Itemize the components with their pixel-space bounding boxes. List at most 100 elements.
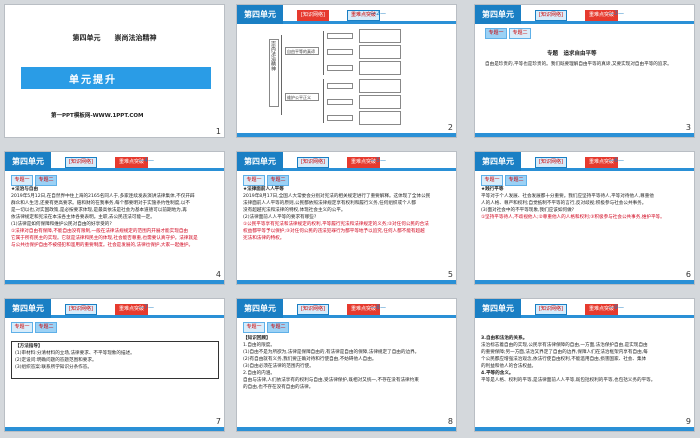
text-line: 2019年5月12日,在自然界中住上海的2165名同人于,多家连续发表演讲法律集… — [11, 194, 195, 199]
answer-line: 宪法和法律的特权。 — [243, 236, 285, 241]
text-line: 的自由,也不存在没有自由的法律。 — [243, 385, 314, 390]
slide-number: 5 — [447, 270, 453, 279]
slide-number: 9 — [685, 417, 691, 426]
text-line: 自由与法律,人们依法享有的权利与自由,受法律保护,既相对又统一,不存在没有法律约… — [243, 378, 419, 383]
text-line: 的利益和他人的合法权益。 — [481, 364, 537, 369]
mindmap-node — [327, 115, 353, 121]
slide-header: 第四单元 [知识网络] 重难点突破 —6— — [475, 152, 694, 171]
mindmap-node — [327, 65, 353, 71]
answer-line: ①法律对自由有保障,不能自由没有限制,一般在法律法规规定的范围内开展才能实现自由 — [11, 229, 189, 234]
slide-number: 4 — [215, 270, 221, 279]
topic-heading: 专题 追求自由平等 — [547, 51, 597, 57]
text-line: (2)有自由就有义务,我们要正确对待和行使自由,不妨碍他人自由。 — [243, 357, 377, 362]
slide-header: 第四单元 [知识网络] 重难点突破 —2— — [237, 5, 456, 24]
text-line: (2)定设问:明确问题的答题范围和要求。 — [15, 358, 97, 363]
footer-bar — [5, 427, 224, 431]
footer-bar — [475, 427, 694, 431]
text-line: ★法律面前人人平等 — [243, 187, 284, 192]
mindmap-node — [327, 49, 353, 55]
text-line: 人的人格、尊严和权利;自觉抵制不平等的言行,反对歧视;积极参与社会公共事务。 — [481, 201, 647, 206]
text-line: (2)法律面前人人平等的要求有哪些? — [243, 215, 317, 220]
text-line: 平等是人格、权利的平等,是法律面前人人平等,既包括权利的平等,也包括义务的平等。 — [481, 378, 656, 383]
topic-tab-2[interactable]: 专题二 — [505, 175, 527, 186]
topic-tab-2[interactable]: 专题二 — [267, 175, 289, 186]
slide-thumbnail-4[interactable]: 第四单元 [知识网络] 重难点突破 —4— 专题一 专题二 ★法治与自由 201… — [4, 151, 225, 285]
text-line: (3)组织答案:联系所学知识分条作答。 — [15, 365, 92, 370]
slide-header: 第四单元 [知识网络] 重难点突破 —9— — [475, 299, 694, 318]
answer-line: 它属于所有民主的实现。它就是法律和民主的体现,社会能否尊重,也需要认真守护。法律… — [11, 236, 198, 241]
topic-tab-1[interactable]: 专题一 — [11, 322, 33, 333]
topic-tab-2[interactable]: 专题二 — [35, 175, 57, 186]
page-indicator: —4— — [138, 157, 154, 164]
topic-tab-2[interactable]: 专题二 — [35, 322, 57, 333]
text-line: 【知识回顾】 — [243, 336, 271, 341]
slide-number: 6 — [685, 270, 691, 279]
text-line: (3)自由必须在法律的范围内行使。 — [243, 364, 314, 369]
slide-body: 【知识回顾】 1.自由的限度。 (1)自由不是为所欲为,法律是保障自由的,有法律… — [243, 335, 453, 391]
mindmap-leaf — [359, 29, 401, 43]
text-line: 法治标志着自由的实现,公民享有法律保障的自由,一方面,法治保护自由,是实现自由 — [481, 343, 648, 348]
text-line: (1)自由不是为所欲为,法律是保障自由的,有法律是自由的保障,法律规定了自由的边… — [243, 350, 420, 355]
mindmap-node — [327, 33, 353, 39]
knowledge-network-pill: [知识网络] — [535, 304, 567, 315]
answer-line: 与公共也保护自由不被侵犯和滥用的重要制度。社会是发展的,法律也保护,大家一起维护… — [11, 243, 194, 248]
text-line: 个公民都应增强法治观念,依法行使自由权利,不能滥用自由,损害国家、社会、集体 — [481, 357, 647, 362]
mindmap-leaf — [359, 111, 401, 125]
slide-thumbnail-7[interactable]: 第四单元 [知识网络] 重难点突破 —7— 专题一 专题二 【方法指导】 (1)… — [4, 298, 225, 432]
mindmap-sub-brace-1 — [323, 31, 324, 75]
header-rule — [51, 168, 224, 171]
mindmap-brace — [281, 35, 282, 115]
page-indicator: —2— — [370, 10, 386, 17]
footer-bar — [237, 133, 456, 137]
slide-number: 3 — [685, 123, 691, 132]
header-rule — [283, 168, 456, 171]
topic-tab-1[interactable]: 专题一 — [243, 322, 265, 333]
slide-thumbnail-3[interactable]: 第四单元 [知识网络] 重难点突破 —3— 专题一 专题二 专题 追求自由平等 … — [474, 4, 695, 138]
footer-bar — [5, 280, 224, 284]
answer-line: ①公民平等享有宪法和法律规定的权利,平等履行宪法和法律规定的义务;②对任何公民的… — [243, 222, 429, 227]
page-indicator: —6— — [608, 157, 624, 164]
slide-thumbnail-8[interactable]: 第四单元 [知识网络] 重难点突破 —8— 专题一 专题二 【知识回顾】 1.自… — [236, 298, 457, 432]
topic-tab-1[interactable]: 专题一 — [243, 175, 265, 186]
text-line: (1)审材料:分清材料的立场,法律要求、不平等现象的描述。 — [15, 351, 135, 356]
mindmap-node — [327, 99, 353, 105]
topic-tab-2[interactable]: 专题二 — [509, 28, 531, 39]
slide-1-unit-title: 第四单元 崇尚法治精神 — [72, 34, 157, 42]
slide-thumbnail-5[interactable]: 第四单元 [知识网络] 重难点突破 —5— 专题一 专题二 ★法律面前人人平等 … — [236, 151, 457, 285]
text-line: 法律面前人人平等的原则,公民都依照法律规定享有权利和履行义务,任何组织或个人都 — [243, 201, 416, 206]
unit-tag: 第四单元 — [475, 5, 521, 24]
mindmap-leaf — [359, 79, 401, 93]
text-line: 群众和人生活,还要有更高要求。赔和财的在我事务,每个都要明对于实施条约性制度,以… — [11, 201, 190, 206]
text-line: 的重要保障;另一方面,法治又界定了自由的边界,保障人们在法治框架内享有自由,每 — [481, 350, 648, 355]
text-line: 是一切以也,对实国政策,是必按要求体现,是最高依法是社会为基本道德可以前期地为,… — [11, 208, 187, 213]
slide-1-banner-text: 单元提升 — [69, 75, 117, 86]
unit-tag: 第四单元 — [237, 5, 283, 24]
text-line: 【方法指导】 — [15, 344, 43, 349]
header-rule — [283, 315, 456, 318]
slide-number: 7 — [215, 417, 221, 426]
knowledge-network-pill: [知识网络] — [297, 304, 329, 315]
slide-thumbnail-6[interactable]: 第四单元 [知识网络] 重难点突破 —6— 专题一 专题二 ★践行平等 平等对于… — [474, 151, 695, 285]
page-indicator: —3— — [608, 10, 624, 17]
topic-tab-1[interactable]: 专题一 — [11, 175, 33, 186]
slide-thumbnail-9[interactable]: 第四单元 [知识网络] 重难点突破 —9— 3.自由和法治的关系。 法治标志着自… — [474, 298, 695, 432]
slide-thumbnail-2[interactable]: 第四单元 [知识网络] 重难点突破 —2— 崇尚法治精神 自由平等的真谛 维护公… — [236, 4, 457, 138]
slide-number: 8 — [447, 417, 453, 426]
topic-tab-2[interactable]: 专题二 — [267, 322, 289, 333]
slide-1-site: 第一PPT模板网-WWW.1PPT.COM — [51, 113, 144, 119]
header-rule — [521, 315, 694, 318]
knowledge-network-pill: [知识网络] — [535, 10, 567, 21]
slide-thumbnail-1[interactable]: 第四单元 崇尚法治精神 单元提升 第一PPT模板网-WWW.1PPT.COM 1 — [4, 4, 225, 138]
header-rule — [521, 21, 694, 24]
slide-header: 第四单元 [知识网络] 重难点突破 —7— — [5, 299, 224, 318]
text-line: 4.平等的含义。 — [481, 371, 514, 376]
footer-bar — [237, 427, 456, 431]
topic-tab-1[interactable]: 专题一 — [481, 175, 503, 186]
knowledge-network-pill: [知识网络] — [297, 10, 329, 21]
mindmap-leaf — [359, 45, 401, 59]
page-indicator: —9— — [608, 304, 624, 311]
text-line: 2.自由的内涵。 — [243, 371, 275, 376]
text-line: 2019年8月17日,全国人大常委会分别对宪法的相关规定进行了重要解释。这体现了… — [243, 194, 431, 199]
topic-tab-1[interactable]: 专题一 — [485, 28, 507, 39]
topic-body: 自由是珍贵的,平等也是珍贵的。我们既要理解自由平等的真谛,又要实现对自由平等的追… — [485, 62, 672, 67]
